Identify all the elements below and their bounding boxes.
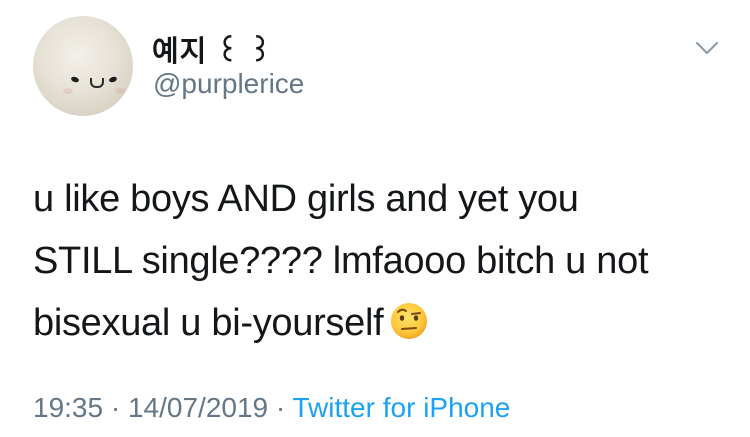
tweet-meta: 19:35 · 14/07/2019 · Twitter for iPhone [33,392,510,424]
avatar-eye-left [70,75,80,84]
face-with-raised-eyebrow-emoji [391,303,428,339]
tweet-card: 예지 ꒰ ꒱ @purplerice u like boys AND girls… [0,0,750,437]
tweet-text: u like boys AND girls and yet you STILL … [33,168,723,354]
meta-separator-2: · [268,392,293,423]
tweet-body: u like boys AND girls and yet you STILL … [33,178,649,344]
tweet-date[interactable]: 14/07/2019 [128,392,268,423]
display-name[interactable]: 예지 ꒰ ꒱ [152,28,273,70]
user-handle[interactable]: @purplerice [153,68,304,100]
tweet-source-link[interactable]: Twitter for iPhone [293,392,511,423]
avatar-eye-right [108,75,118,84]
avatar[interactable] [33,16,133,116]
tweet-time[interactable]: 19:35 [33,392,103,423]
avatar-blush-left [63,88,73,94]
chevron-down-icon[interactable] [695,40,719,56]
avatar-mouth [90,78,104,88]
meta-separator: · [103,392,128,423]
avatar-blush-right [115,88,125,94]
